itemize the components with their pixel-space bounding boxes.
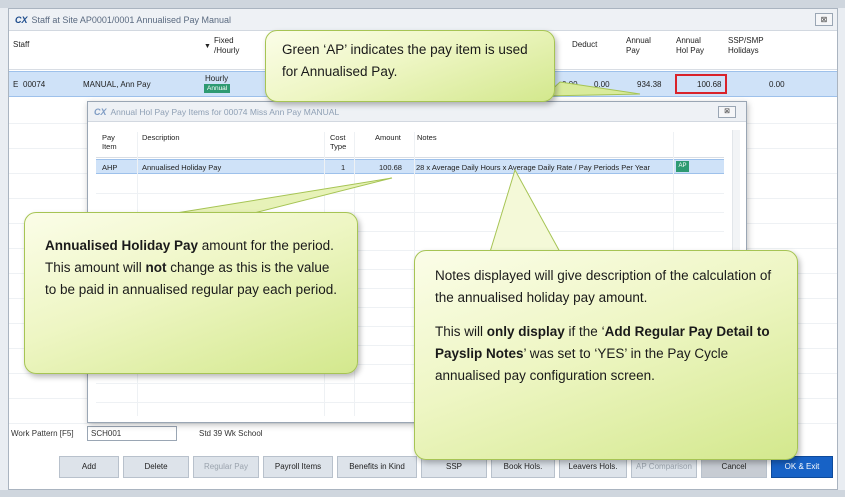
cx-logo-icon: CX [15,14,28,25]
callout-annualised-holiday-pay: Annualised Holiday Pay amount for the pe… [24,212,358,374]
dialog-titlebar: CX Annual Hol Pay Pay Items for 00074 Mi… [88,102,746,122]
work-pattern-field[interactable]: SCH001 [87,426,177,441]
pay-item-row[interactable]: AHP Annualised Holiday Pay 1 100.68 28 x… [96,159,724,174]
col-notes[interactable]: Notes [417,133,437,142]
col-description[interactable]: Description [142,133,180,142]
regular-pay-button[interactable]: Regular Pay [193,456,259,478]
callout-3-paragraph-1: Notes displayed will give description of… [435,268,772,305]
callout-2-bold-2: not [145,260,167,275]
callout-notes: Notes displayed will give description of… [414,250,798,460]
sort-desc-icon: ▼ [204,43,211,50]
col-annual-hol-pay[interactable]: Annual Hol Pay [676,36,710,56]
callout-3-text-2: if the ‘ [564,324,605,339]
work-pattern-label: Work Pattern [F5] [11,429,74,438]
col-ssp-smp-holidays[interactable]: SSP/SMP Holidays [728,36,768,56]
col-amount[interactable]: Amount [375,133,401,142]
benefits-in-kind-button[interactable]: Benefits in Kind [337,456,417,478]
row-description: Annualised Holiday Pay [142,163,222,172]
window-title: Staff at Site AP0001/0001 Annualised Pay… [31,14,231,25]
row-value-1: 0.00 [562,80,578,89]
delete-button[interactable]: Delete [123,456,189,478]
callout-ap-indicator: Green ‘AP’ indicates the pay item is use… [265,30,555,102]
col-deduct[interactable]: Deduct [572,40,597,50]
row-deduct: 0.00 [594,80,610,89]
cx-logo-icon: CX [94,106,107,117]
window-close-button[interactable]: ⊠ [815,13,833,26]
callout-3-bold-1: only display [486,324,565,339]
row-annual-pay: 934.38 [637,80,662,89]
row-pay-item: AHP [102,163,118,172]
background-strip-bottom [0,490,845,497]
annual-badge: Annual [204,84,231,93]
col-cost-type[interactable]: Cost Type [330,133,352,151]
col-pay-item[interactable]: Pay Item [102,133,124,151]
row-ssp: 0.00 [769,80,785,89]
row-notes: 28 x Average Daily Hours x Average Daily… [416,163,651,172]
work-pattern-desc: Std 39 Wk School [199,429,263,438]
col-staff[interactable]: Staff [13,40,29,50]
callout-2-bold-1: Annualised Holiday Pay [45,238,199,253]
window-titlebar: CX Staff at Site AP0001/0001 Annualised … [9,9,837,31]
callout-ap-text: Green ‘AP’ indicates the pay item is use… [282,42,528,79]
row-staff-id: 00074 [23,80,46,89]
payroll-items-button[interactable]: Payroll Items [263,456,333,478]
row-type: E [13,80,19,89]
col-annual-pay[interactable]: Annual Pay [626,36,656,56]
row-staff-name: MANUAL, Ann Pay [83,80,151,89]
callout-3-text-1: This will [435,324,487,339]
dialog-title: Annual Hol Pay Pay Items for 00074 Miss … [110,106,340,117]
row-fixed-hourly: Hourly [205,74,229,83]
row-amount: 100.68 [379,163,402,172]
annual-hol-pay-highlight [675,74,727,94]
callout-3-paragraph-2: This will only display if the ‘Add Regul… [435,321,777,387]
add-button[interactable]: Add [59,456,119,478]
pay-items-header: Pay Item Description Cost Type Amount No… [96,132,724,158]
col-fixed-hourly[interactable]: Fixed /Hourly [214,36,250,56]
dialog-close-button[interactable]: ⊠ [718,106,736,118]
ap-badge: AP [676,161,689,172]
row-cost-type: 1 [341,163,346,172]
background-strip-top [0,0,845,8]
